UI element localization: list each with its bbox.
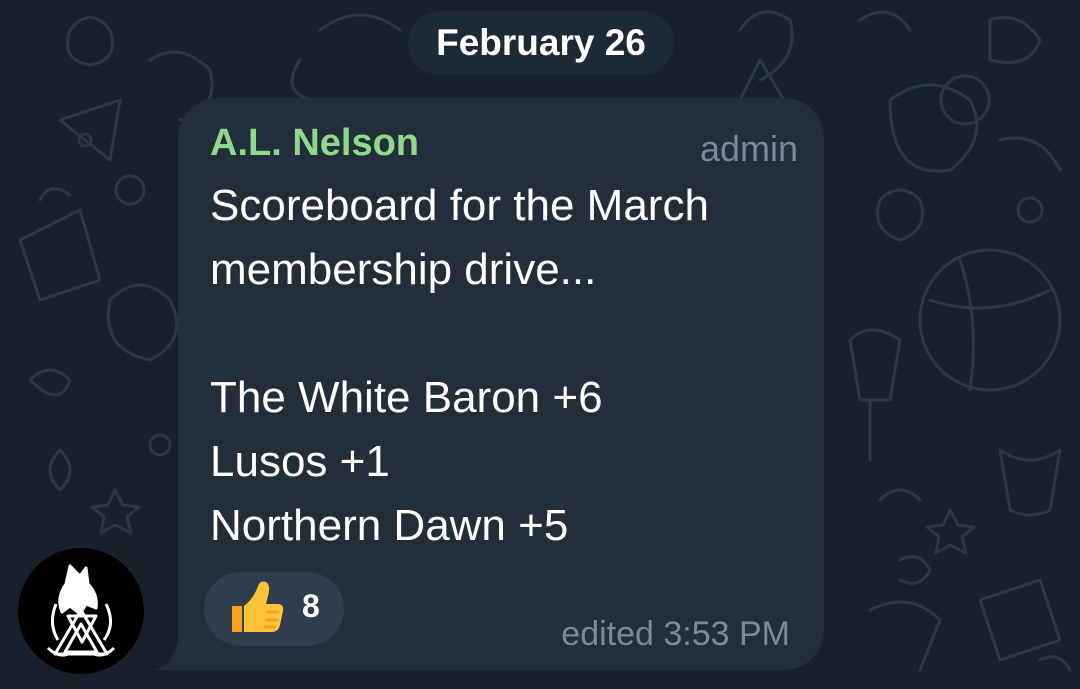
date-separator: February 26	[408, 11, 674, 75]
wolf-valknut-logo-icon	[46, 564, 116, 657]
message-line: Scoreboard for the March	[210, 181, 709, 230]
reaction-count: 8	[302, 588, 320, 624]
sender-role-badge: admin	[699, 128, 798, 169]
message-bubble[interactable]: A.L. Nelson admin Scoreboard for the Mar…	[178, 98, 824, 670]
thumbs-up-icon	[232, 581, 284, 632]
message-line: Lusos +1	[210, 437, 390, 486]
message-line: The White Baron +6	[210, 373, 603, 422]
message-line	[210, 302, 810, 366]
message-status: edited 3:53 PM	[561, 615, 790, 653]
date-separator-label: February 26	[436, 22, 646, 63]
message-line: membership drive...	[210, 245, 597, 294]
message-text: Scoreboard for the March membership driv…	[210, 174, 810, 558]
sender-avatar[interactable]	[18, 548, 144, 674]
sender-name[interactable]: A.L. Nelson	[210, 122, 419, 165]
reaction-chip[interactable]: 8	[204, 572, 344, 646]
message-line: Northern Dawn +5	[210, 501, 569, 550]
